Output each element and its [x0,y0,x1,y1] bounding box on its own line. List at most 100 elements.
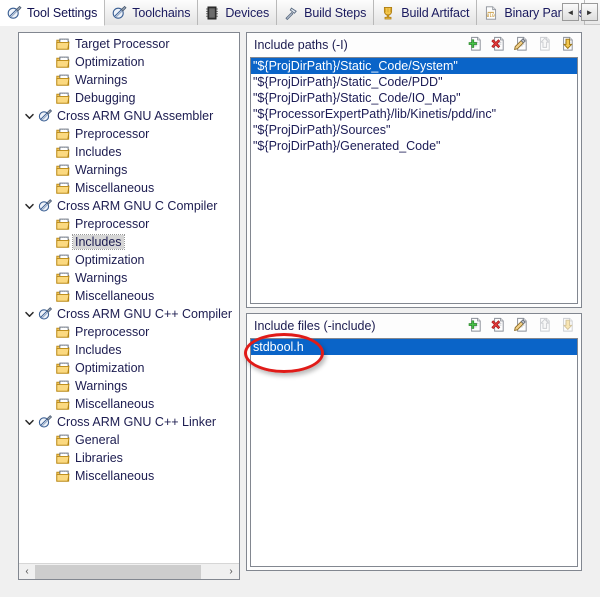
tree-item-label: Cross ARM GNU C++ Linker [57,415,217,429]
scrollbar-track[interactable] [201,563,223,579]
tree-item-optimization[interactable]: Optimization [19,359,239,377]
page-settings-icon [55,360,71,376]
include-paths-group: Include paths (-I) "${ProjDirPath}/Stati… [246,32,582,308]
toolchains-icon [111,5,127,21]
tree-item-label: Cross ARM GNU C++ Compiler [57,307,233,321]
tree-item-label: Warnings [75,379,128,393]
tree-item-includes[interactable]: Includes [19,233,239,251]
tree-item-miscellaneous[interactable]: Miscellaneous [19,395,239,413]
include-paths-toolbar [467,35,577,53]
chevron-down-icon[interactable] [21,417,37,428]
page-settings-icon [55,342,71,358]
list-item[interactable]: "${ProcessorExpertPath}/lib/Kinetis/pdd/… [251,106,577,122]
tree-item-warnings[interactable]: Warnings [19,71,239,89]
scrollbar-thumb[interactable] [35,564,201,579]
tree-item-includes[interactable]: Includes [19,341,239,359]
move-down-icon[interactable] [559,35,577,53]
scroll-right-arrow-icon[interactable]: › [223,564,239,580]
tab-label: Tool Settings [27,5,98,20]
list-item[interactable]: stdbool.h [251,339,577,355]
delete-icon[interactable] [490,316,508,334]
tree-item-cross-arm-gnu-assembler[interactable]: Cross ARM GNU Assembler [19,107,239,125]
tree-item-cross-arm-gnu-c-linker[interactable]: Cross ARM GNU C++ Linker [19,413,239,431]
tab-label: Build Artifact [401,5,470,20]
list-item[interactable]: "${ProjDirPath}/Static_Code/PDD" [251,74,577,90]
tree-item-general[interactable]: General [19,431,239,449]
page-settings-icon [55,126,71,142]
include-paths-list[interactable]: "${ProjDirPath}/Static_Code/System" "${Pr… [250,57,578,304]
tree-item-label: Miscellaneous [75,469,155,483]
tree-item-label: Preprocessor [75,325,150,339]
list-item[interactable]: "${ProjDirPath}/Generated_Code" [251,138,577,154]
tree-item-libraries[interactable]: Libraries [19,449,239,467]
tree-item-label: Preprocessor [75,217,150,231]
tree-item-warnings[interactable]: Warnings [19,269,239,287]
page-settings-icon [55,324,71,340]
toolchain-icon [37,414,53,430]
page-settings-icon [55,378,71,394]
toolchain-icon [37,198,53,214]
content-area: Target Processor Optimization Warnings Debu… [0,25,600,597]
tree-item-label: Preprocessor [75,127,150,141]
tree-item-label: Optimization [75,253,145,267]
scroll-left-arrow-icon[interactable]: ‹ [19,564,35,580]
delete-icon[interactable] [490,35,508,53]
add-icon[interactable] [467,35,485,53]
tree-horizontal-scrollbar[interactable]: ‹ › [19,563,239,579]
page-settings-icon [55,72,71,88]
tree-item-warnings[interactable]: Warnings [19,377,239,395]
tab-label: Build Steps [304,5,367,20]
toolchain-icon [37,306,53,322]
chevron-down-icon[interactable] [21,111,37,122]
tree-item-debugging[interactable]: Debugging [19,89,239,107]
tab-tool-settings[interactable]: Tool Settings [0,0,106,26]
tab-build-artifact[interactable]: Build Artifact [374,0,478,25]
page-settings-icon [55,216,71,232]
edit-icon[interactable] [513,316,531,334]
tree-item-preprocessor[interactable]: Preprocessor [19,215,239,233]
page-settings-icon [55,144,71,160]
include-files-header: Include files (-include) [247,314,581,337]
page-settings-icon [55,288,71,304]
tree-item-preprocessor[interactable]: Preprocessor [19,323,239,341]
tree-item-label: Optimization [75,55,145,69]
page-settings-icon [55,90,71,106]
tree-item-label: Debugging [75,91,136,105]
edit-icon[interactable] [513,35,531,53]
tab-devices[interactable]: Devices [198,0,278,25]
page-settings-icon [55,468,71,484]
tree-item-optimization[interactable]: Optimization [19,53,239,71]
list-item[interactable]: "${ProjDirPath}/Sources" [251,122,577,138]
include-files-group: Include files (-include) stdbool.h [246,313,582,571]
tree-item-label: Warnings [75,271,128,285]
tree-item-includes[interactable]: Includes [19,143,239,161]
tab-scroll-right-button[interactable]: ► [581,3,598,21]
tree-item-miscellaneous[interactable]: Miscellaneous [19,467,239,485]
chevron-down-icon[interactable] [21,201,37,212]
tab-label: Toolchains [132,5,191,20]
include-files-list[interactable]: stdbool.h [250,338,578,567]
tree-item-label: Miscellaneous [75,289,155,303]
tab-build-steps[interactable]: Build Steps [277,0,375,25]
tab-scroll-left-button[interactable]: ◄ [562,3,579,21]
list-item[interactable]: "${ProjDirPath}/Static_Code/System" [251,58,577,74]
list-item[interactable]: "${ProjDirPath}/Static_Code/IO_Map" [251,90,577,106]
tab-toolchains[interactable]: Toolchains [105,0,199,25]
chevron-down-icon[interactable] [21,309,37,320]
tree-item-cross-arm-gnu-c-compiler[interactable]: Cross ARM GNU C++ Compiler [19,305,239,323]
tree-item-warnings[interactable]: Warnings [19,161,239,179]
tree-item-miscellaneous[interactable]: Miscellaneous [19,179,239,197]
settings-tree-panel: Target Processor Optimization Warnings Debu… [18,32,240,580]
page-settings-icon [55,36,71,52]
move-up-icon [536,316,554,334]
tree-item-target-processor[interactable]: Target Processor [19,35,239,53]
tree-item-optimization[interactable]: Optimization [19,251,239,269]
settings-tree[interactable]: Target Processor Optimization Warnings Debu… [19,33,239,563]
tab-list: Tool Settings Toolchains Devices Build Step… [0,0,586,26]
include-paths-title: Include paths (-I) [254,37,348,52]
tree-item-cross-arm-gnu-c-compiler[interactable]: Cross ARM GNU C Compiler [19,197,239,215]
tree-item-preprocessor[interactable]: Preprocessor [19,125,239,143]
tree-item-miscellaneous[interactable]: Miscellaneous [19,287,239,305]
include-paths-header: Include paths (-I) [247,33,581,56]
add-icon[interactable] [467,316,485,334]
